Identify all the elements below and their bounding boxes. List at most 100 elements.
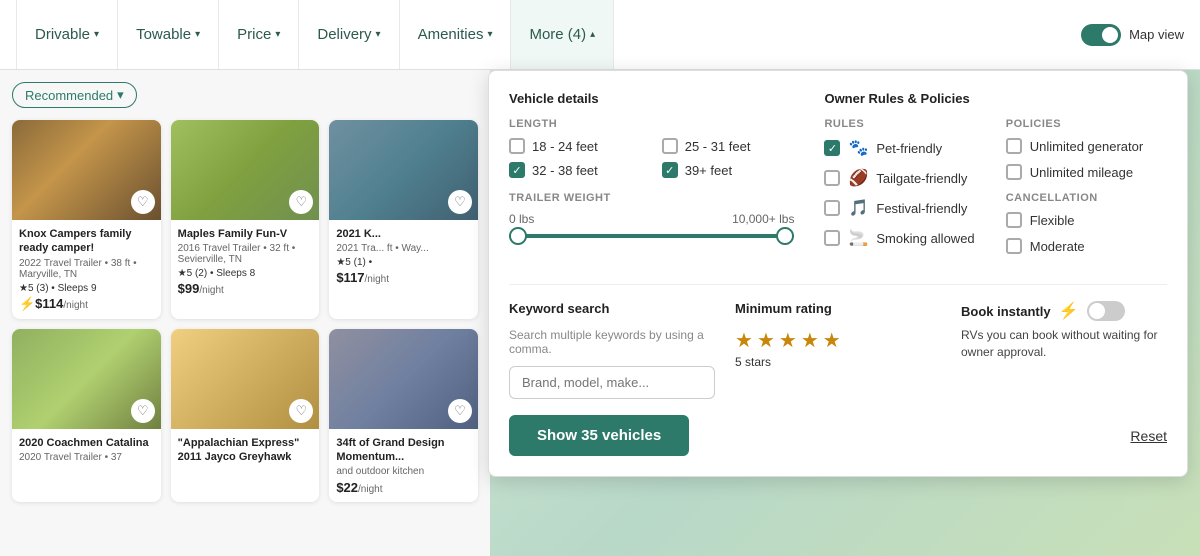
checkbox[interactable] <box>1006 212 1022 228</box>
slider-thumb-left[interactable] <box>509 227 527 245</box>
favorite-button[interactable]: ♡ <box>448 399 472 423</box>
slider-max-label: 10,000+ lbs <box>732 212 794 226</box>
length-checkbox-item[interactable]: 25 - 31 feet <box>662 138 795 154</box>
card-title: 34ft of Grand Design Momentum... <box>336 436 471 465</box>
listing-card[interactable]: ♡ Knox Campers family ready camper! 2022… <box>12 120 161 319</box>
cancellation-item[interactable]: Moderate <box>1006 238 1167 254</box>
checkbox-label: 39+ feet <box>685 163 732 178</box>
nav-price[interactable]: Price ▾ <box>219 0 299 69</box>
listing-card[interactable]: ♡ 2020 Coachmen Catalina 2020 Travel Tra… <box>12 329 161 503</box>
book-instantly-desc: RVs you can book without waiting for own… <box>961 327 1167 361</box>
owner-rules-section: Owner Rules & Policies RULES ✓ 🐾 Pet-fri… <box>824 91 1167 264</box>
cancellation-list: Flexible Moderate <box>1006 212 1167 254</box>
card-subtitle: and outdoor kitchen <box>336 466 471 477</box>
slider-thumb-right[interactable] <box>776 227 794 245</box>
rule-icon: 🏈 <box>848 168 868 188</box>
cancellation-label: Moderate <box>1030 239 1085 254</box>
nav-delivery[interactable]: Delivery ▾ <box>299 0 399 69</box>
map-view-switch[interactable] <box>1081 24 1121 46</box>
keyword-search-input[interactable] <box>509 366 715 399</box>
policies-label: POLICIES <box>1006 118 1167 130</box>
nav-price-label: Price <box>237 26 271 43</box>
star-3[interactable]: ★ <box>779 328 797 353</box>
nav-more-label: More (4) <box>529 26 586 43</box>
favorite-button[interactable]: ♡ <box>131 190 155 214</box>
star-5[interactable]: ★ <box>823 328 841 353</box>
reset-button[interactable]: Reset <box>1130 428 1167 444</box>
rule-icon: 🚬 <box>848 228 868 248</box>
recommended-dropdown[interactable]: Recommended ▾ <box>12 82 137 108</box>
rule-label: Festival-friendly <box>876 201 967 216</box>
card-image: ♡ <box>171 329 320 429</box>
keyword-search-title: Keyword search <box>509 301 715 316</box>
checkbox[interactable] <box>1006 164 1022 180</box>
rule-item[interactable]: 🏈 Tailgate-friendly <box>824 168 985 188</box>
slider-track[interactable] <box>509 234 794 238</box>
favorite-button[interactable]: ♡ <box>131 399 155 423</box>
min-rating-title: Minimum rating <box>735 301 941 316</box>
checkbox[interactable] <box>824 170 840 186</box>
rule-icon: 🎵 <box>848 198 868 218</box>
policy-label: Unlimited generator <box>1030 139 1143 154</box>
checkbox[interactable] <box>662 138 678 154</box>
listing-card[interactable]: ♡ 34ft of Grand Design Momentum... and o… <box>329 329 478 503</box>
weight-slider[interactable]: 0 lbs 10,000+ lbs <box>509 212 794 238</box>
checkbox[interactable] <box>824 230 840 246</box>
nav-towable[interactable]: Towable ▾ <box>118 0 219 69</box>
listing-card[interactable]: ♡ Maples Family Fun-V 2016 Travel Traile… <box>171 120 320 319</box>
map-view-toggle[interactable]: Map view <box>1081 24 1184 46</box>
checkbox[interactable]: ✓ <box>509 162 525 178</box>
length-checkbox-item[interactable]: 18 - 24 feet <box>509 138 642 154</box>
card-subtitle: 2021 Tra... ft • Way... <box>336 243 471 254</box>
nav-amenities[interactable]: Amenities ▾ <box>400 0 512 69</box>
nav-drivable[interactable]: Drivable ▾ <box>16 0 118 69</box>
length-checkbox-item[interactable]: ✓ 32 - 38 feet <box>509 162 642 178</box>
listing-card[interactable]: ♡ 2021 K... 2021 Tra... ft • Way... ★5 (… <box>329 120 478 319</box>
checkbox-label: 18 - 24 feet <box>532 139 598 154</box>
star-2[interactable]: ★ <box>757 328 775 353</box>
cards-grid: ♡ Knox Campers family ready camper! 2022… <box>12 120 478 502</box>
listing-card[interactable]: ♡ "Appalachian Express" 2011 Jayco Greyh… <box>171 329 320 503</box>
show-vehicles-button[interactable]: Show 35 vehicles <box>509 415 689 456</box>
cancellation-label: CANCELLATION <box>1006 192 1167 204</box>
filter-dropdown-panel: Vehicle details LENGTH 18 - 24 feet 25 -… <box>488 70 1188 477</box>
cancellation-item[interactable]: Flexible <box>1006 212 1167 228</box>
panel-columns: Vehicle details LENGTH 18 - 24 feet 25 -… <box>509 91 1167 264</box>
card-subtitle: 2020 Travel Trailer • 37 <box>19 452 154 463</box>
length-checkbox-item[interactable]: ✓ 39+ feet <box>662 162 795 178</box>
rule-item[interactable]: 🎵 Festival-friendly <box>824 198 985 218</box>
nav-more[interactable]: More (4) ▴ <box>511 0 614 69</box>
rules-label: RULES <box>824 118 985 130</box>
checkbox[interactable] <box>1006 238 1022 254</box>
favorite-button[interactable]: ♡ <box>448 190 472 214</box>
checkbox[interactable] <box>1006 138 1022 154</box>
policy-label: Unlimited mileage <box>1030 165 1133 180</box>
book-header: Book instantly ⚡ <box>961 301 1167 321</box>
card-subtitle: 2016 Travel Trailer • 32 ft • Seviervill… <box>178 243 313 265</box>
rules-col: RULES ✓ 🐾 Pet-friendly 🏈 Tailgate-friend… <box>824 118 985 264</box>
star-4[interactable]: ★ <box>801 328 819 353</box>
card-title: "Appalachian Express" 2011 Jayco Greyhaw… <box>178 436 313 465</box>
checkbox-label: 32 - 38 feet <box>532 163 598 178</box>
card-rating: ★5 (3) • Sleeps 9 <box>19 283 154 294</box>
rule-item[interactable]: ✓ 🐾 Pet-friendly <box>824 138 985 158</box>
vehicle-details-section: Vehicle details LENGTH 18 - 24 feet 25 -… <box>509 91 794 264</box>
favorite-button[interactable]: ♡ <box>289 190 313 214</box>
recommended-label: Recommended <box>25 88 113 103</box>
star-1[interactable]: ★ <box>735 328 753 353</box>
chevron-down-icon: ▾ <box>94 29 99 40</box>
card-image: ♡ <box>171 120 320 220</box>
owner-rules-title: Owner Rules & Policies <box>824 91 1167 106</box>
checkbox[interactable]: ✓ <box>824 140 840 156</box>
favorite-button[interactable]: ♡ <box>289 399 313 423</box>
policy-item[interactable]: Unlimited mileage <box>1006 164 1167 180</box>
stars-row[interactable]: ★ ★ ★ ★ ★ <box>735 328 941 353</box>
checkbox[interactable]: ✓ <box>662 162 678 178</box>
checkbox[interactable] <box>509 138 525 154</box>
policy-item[interactable]: Unlimited generator <box>1006 138 1167 154</box>
book-instantly-toggle[interactable] <box>1087 301 1125 321</box>
rule-item[interactable]: 🚬 Smoking allowed <box>824 228 985 248</box>
checkbox[interactable] <box>824 200 840 216</box>
card-price: $117/night <box>336 270 471 285</box>
rating-col: Minimum rating ★ ★ ★ ★ ★ 5 stars <box>735 301 941 399</box>
